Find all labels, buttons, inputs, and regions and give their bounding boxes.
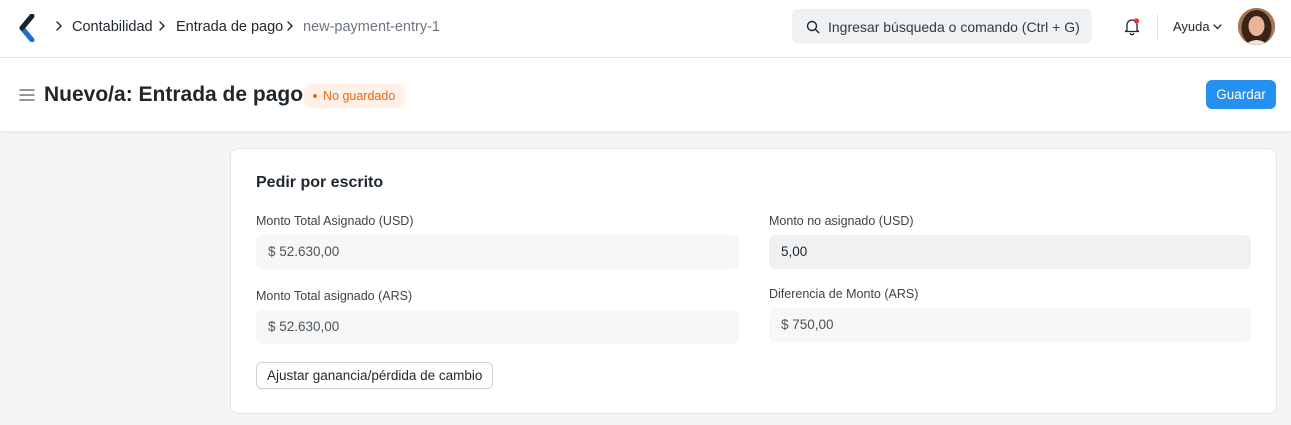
breadcrumb-contabilidad[interactable]: Contabilidad — [72, 18, 153, 36]
field-value: $ 52.630,00 — [268, 319, 340, 334]
navbar-divider — [1157, 14, 1158, 40]
page-title: Nuevo/a: Entrada de pago — [44, 83, 304, 106]
chevron-right-icon — [56, 21, 62, 31]
chevron-down-icon[interactable] — [1213, 24, 1222, 30]
page-header: Nuevo/a: Entrada de pago No guardado Gua… — [0, 58, 1291, 132]
chevron-right-icon — [287, 21, 293, 31]
section-title: Pedir por escrito — [256, 174, 384, 191]
breadcrumb-entrada-de-pago[interactable]: Entrada de pago — [176, 18, 283, 36]
status-dot-icon — [313, 94, 317, 98]
status-badge-label: No guardado — [323, 89, 396, 103]
field-value: $ 750,00 — [781, 317, 834, 332]
field-value: 5,00 — [781, 244, 808, 259]
app-logo-icon[interactable] — [18, 14, 40, 42]
status-badge: No guardado — [304, 84, 406, 108]
field-value: $ 52.630,00 — [268, 244, 340, 259]
user-avatar[interactable] — [1238, 8, 1275, 45]
field-no-asignado-usd[interactable]: 5,00 — [769, 235, 1251, 269]
search-bar[interactable]: Ingresar búsqueda o comando (Ctrl + G) — [792, 9, 1092, 44]
field-total-asignado-ars: $ 52.630,00 — [256, 310, 739, 344]
search-placeholder: Ingresar búsqueda o comando (Ctrl + G) — [828, 19, 1080, 35]
field-total-asignado-usd: $ 52.630,00 — [256, 235, 739, 269]
help-menu[interactable]: Ayuda — [1173, 19, 1210, 35]
bell-icon[interactable] — [1123, 17, 1141, 36]
save-button[interactable]: Guardar — [1206, 80, 1276, 109]
field-label-diferencia-ars: Diferencia de Monto (ARS) — [769, 287, 919, 301]
adjust-exchange-gain-loss-button[interactable]: Ajustar ganancia/pérdida de cambio — [256, 362, 494, 389]
form-section-card: Pedir por escrito Monto Total Asignado (… — [230, 148, 1277, 414]
field-label-total-asignado-usd: Monto Total Asignado (USD) — [256, 214, 414, 228]
avatar-image — [1238, 8, 1275, 45]
field-label-no-asignado-usd: Monto no asignado (USD) — [769, 214, 914, 228]
sidebar-toggle-icon[interactable] — [19, 89, 35, 101]
chevron-right-icon — [159, 21, 165, 31]
search-icon — [806, 20, 820, 34]
breadcrumb-current: new-payment-entry-1 — [303, 19, 440, 35]
field-label-total-asignado-ars: Monto Total asignado (ARS) — [256, 289, 413, 303]
field-diferencia-ars: $ 750,00 — [769, 308, 1251, 342]
top-navbar: Contabilidad Entrada de pago new-payment… — [0, 0, 1291, 58]
